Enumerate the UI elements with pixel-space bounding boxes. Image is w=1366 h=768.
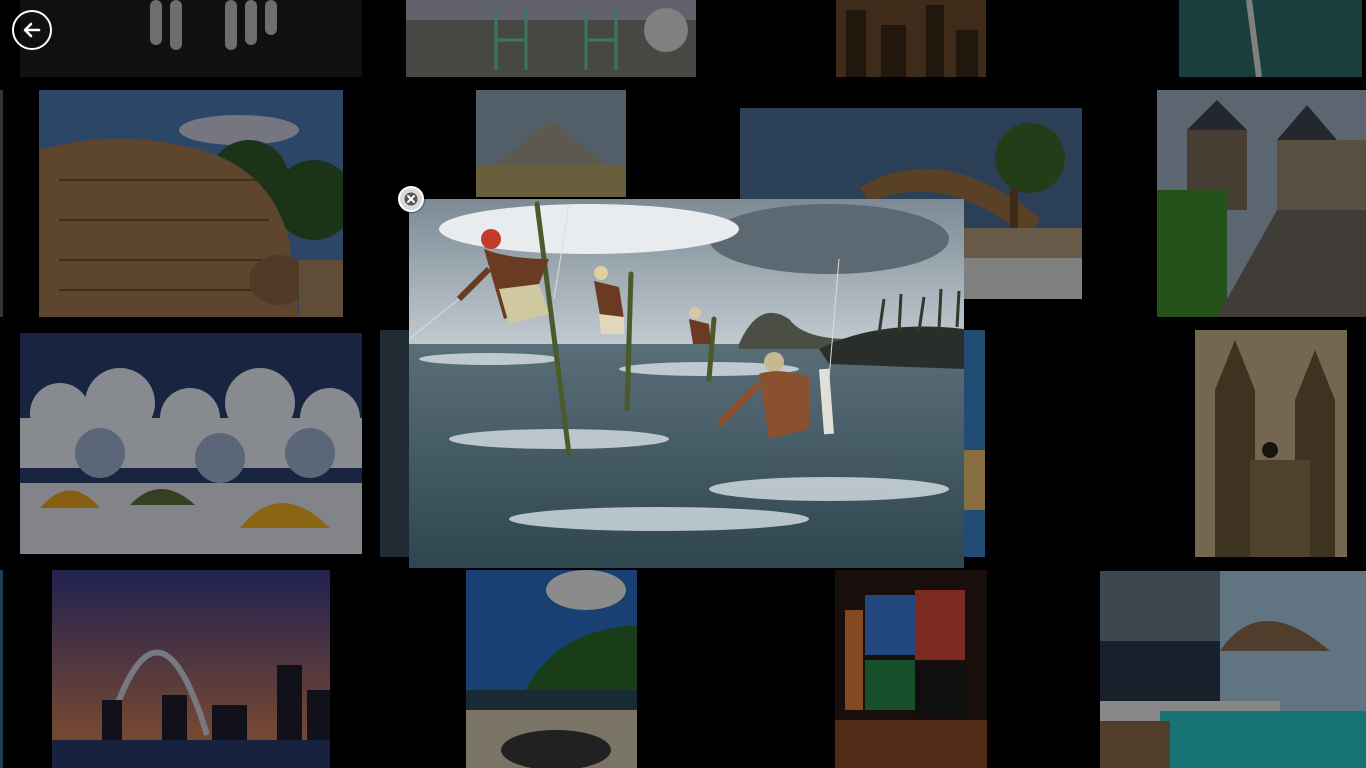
back-button[interactable] xyxy=(12,10,52,50)
photo-tile-arch[interactable] xyxy=(52,570,330,768)
photo-tile-timessquare[interactable] xyxy=(835,570,987,768)
photo-tile-village[interactable] xyxy=(1157,90,1366,317)
village-image xyxy=(1157,90,1366,317)
photo-tile-partial-right[interactable] xyxy=(964,330,985,557)
clouds-image xyxy=(20,333,362,554)
photo-tile-pyramid[interactable] xyxy=(476,90,626,197)
close-icon xyxy=(404,192,418,206)
photo-tile-carvings[interactable] xyxy=(39,90,343,317)
carvings-image xyxy=(39,90,343,317)
cafe-image xyxy=(406,0,696,77)
pyramid-image xyxy=(476,90,626,197)
close-button[interactable] xyxy=(398,186,424,212)
stilt-fishermen-image xyxy=(409,199,964,568)
beach-image xyxy=(466,570,637,768)
coast-image xyxy=(1179,0,1362,77)
photo-tile-partial-left[interactable] xyxy=(380,330,409,557)
photo-tile-clouds[interactable] xyxy=(20,333,362,554)
city-image xyxy=(836,0,986,77)
photo-tile-edge-1[interactable] xyxy=(0,90,3,317)
photo-tile-coast[interactable] xyxy=(1179,0,1362,77)
timessquare-image xyxy=(835,570,987,768)
back-arrow-icon xyxy=(23,22,41,38)
photo-tile-hands[interactable] xyxy=(20,0,362,77)
photo-tile-church[interactable] xyxy=(1195,330,1347,557)
arch-image xyxy=(52,570,330,768)
photo-tile-city[interactable] xyxy=(836,0,986,77)
photo-tile-edge-2[interactable] xyxy=(0,570,3,768)
photo-tile-beach[interactable] xyxy=(466,570,637,768)
church-image xyxy=(1195,330,1347,557)
villa-image xyxy=(1100,571,1366,768)
hands-image xyxy=(20,0,362,77)
photo-tile-villa[interactable] xyxy=(1100,571,1366,768)
partial-image xyxy=(964,330,985,557)
enlarged-photo xyxy=(409,199,964,568)
photo-tile-cafe[interactable] xyxy=(406,0,696,77)
